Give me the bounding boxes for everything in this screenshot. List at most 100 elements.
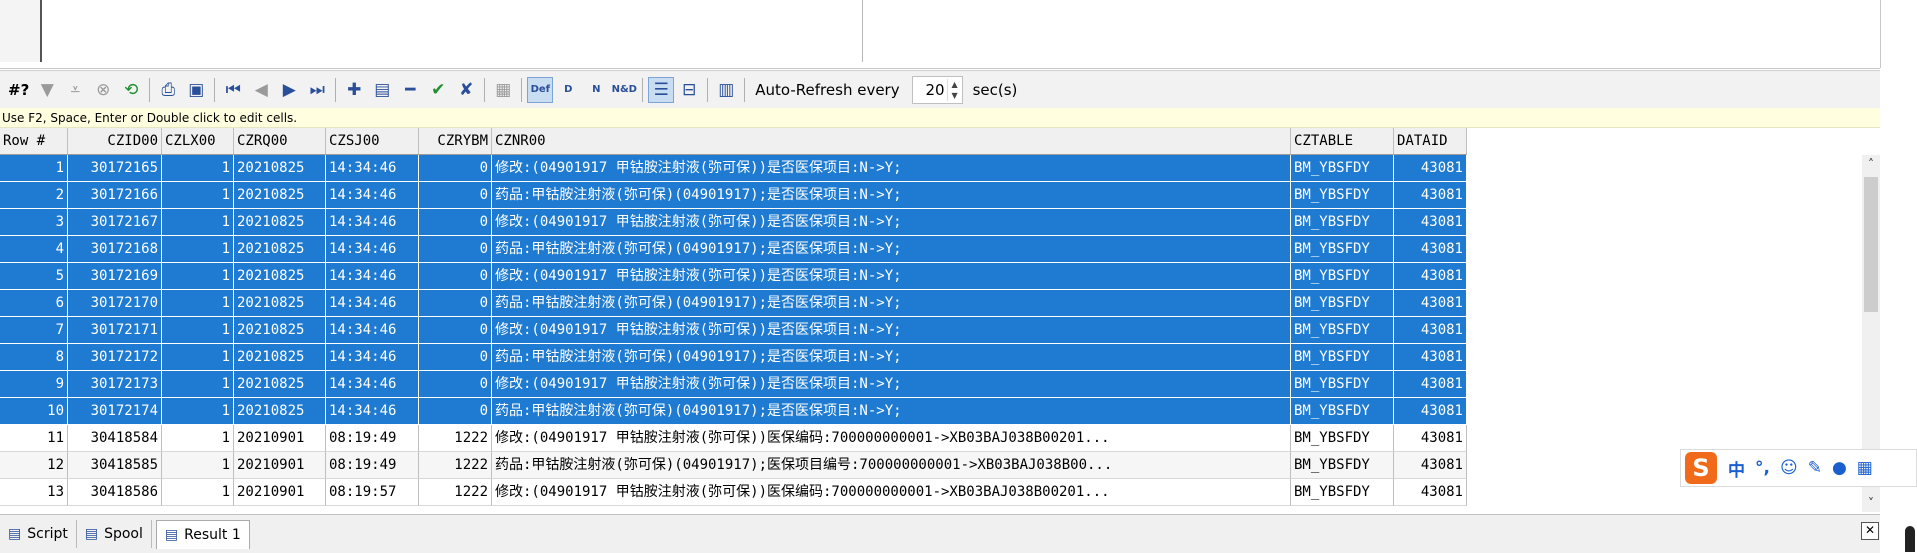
table-row[interactable]: 12 30418585 1 20210901 08:19:49 1222 药品:甲钴胺注射液… [0, 452, 1467, 479]
table-cell[interactable]: 5 [0, 263, 68, 290]
table-cell[interactable]: 14:34:46 [326, 155, 419, 182]
table-cell[interactable]: BM_YBSFDY [1291, 236, 1394, 263]
table-cell[interactable]: 0 [419, 371, 492, 398]
table-cell[interactable]: 14:34:46 [326, 209, 419, 236]
table-cell[interactable]: 43081 [1394, 182, 1467, 209]
table-cell[interactable]: 30172172 [68, 344, 162, 371]
table-row[interactable]: 3 30172167 1 20210825 14:34:46 0 修改:(04901917 … [0, 209, 1467, 236]
table-cell[interactable]: 08:19:49 [326, 452, 419, 479]
tab-spool[interactable]: ▤ Spool [77, 520, 152, 548]
table-cell[interactable]: 30418584 [68, 425, 162, 452]
table-cell[interactable]: 20210825 [234, 371, 326, 398]
nd-mode-button[interactable]: N&D [611, 77, 637, 103]
column-header[interactable]: CZLX00 [162, 128, 234, 155]
table-cell[interactable]: 30172169 [68, 263, 162, 290]
refresh-interval-spinner[interactable]: ▲▼ [911, 75, 963, 104]
table-cell[interactable]: BM_YBSFDY [1291, 155, 1394, 182]
record-view-icon[interactable]: ⊟ [676, 77, 702, 103]
chinese-mode-icon[interactable]: 中 [1728, 456, 1745, 481]
table-cell[interactable]: 30172171 [68, 317, 162, 344]
table-cell[interactable]: 43081 [1394, 425, 1467, 452]
table-cell[interactable]: 药品:甲钴胺注射液(弥可保)(04901917);医保项目编号:70000000… [492, 452, 1291, 479]
previous-record-icon[interactable]: ◀ [248, 77, 274, 103]
punctuation-icon[interactable]: °, [1755, 458, 1770, 478]
sql-editor[interactable] [0, 0, 1881, 69]
table-cell[interactable]: 14:34:46 [326, 290, 419, 317]
table-row[interactable]: 7 30172171 1 20210825 14:34:46 0 修改:(04901917 … [0, 317, 1467, 344]
table-cell[interactable]: 0 [419, 209, 492, 236]
columns-icon[interactable]: ▥ [713, 77, 739, 103]
table-cell[interactable]: 14:34:46 [326, 182, 419, 209]
table-cell[interactable]: 修改:(04901917 甲钴胺注射液(弥可保))是否医保项目:N->Y; [492, 317, 1291, 344]
close-tab-icon[interactable]: ✕ [1861, 522, 1879, 540]
table-cell[interactable]: 1 [162, 290, 234, 317]
table-row[interactable]: 4 30172168 1 20210825 14:34:46 0 药品:甲钴胺注射液(弥可保… [0, 236, 1467, 263]
post-changes-icon[interactable]: ✔ [425, 77, 451, 103]
table-cell[interactable]: 13 [0, 479, 68, 506]
table-cell[interactable]: 10 [0, 398, 68, 425]
table-cell[interactable]: 7 [0, 317, 68, 344]
table-cell[interactable]: BM_YBSFDY [1291, 344, 1394, 371]
table-cell[interactable]: 0 [419, 317, 492, 344]
table-cell[interactable]: 1 [162, 425, 234, 452]
table-cell[interactable]: 修改:(04901917 甲钴胺注射液(弥可保))是否医保项目:N->Y; [492, 209, 1291, 236]
n-mode-button[interactable]: N [583, 77, 609, 103]
table-cell[interactable]: 30172170 [68, 290, 162, 317]
table-cell[interactable]: 1 [162, 182, 234, 209]
resize-handle[interactable] [1905, 526, 1915, 552]
emoji-icon[interactable]: ☺ [1780, 458, 1798, 478]
table-cell[interactable]: 1 [162, 344, 234, 371]
table-cell[interactable]: 43081 [1394, 236, 1467, 263]
table-cell[interactable]: 08:19:57 [326, 479, 419, 506]
column-header[interactable]: CZNR00 [492, 128, 1291, 155]
clear-filter-icon[interactable]: ⩡ [62, 77, 88, 103]
table-cell[interactable]: 43081 [1394, 452, 1467, 479]
last-record-icon[interactable]: ⏭ [304, 77, 330, 103]
table-cell[interactable]: 43081 [1394, 317, 1467, 344]
table-cell[interactable]: 0 [419, 263, 492, 290]
column-header[interactable]: CZRQ00 [234, 128, 326, 155]
table-row[interactable]: 10 30172174 1 20210825 14:34:46 0 药品:甲钴胺注射液(弥可… [0, 398, 1467, 425]
filter-icon[interactable]: ▼ [34, 77, 60, 103]
scroll-thumb[interactable] [1864, 177, 1878, 312]
table-cell[interactable]: 14:34:46 [326, 236, 419, 263]
table-cell[interactable]: 2 [0, 182, 68, 209]
cancel-icon[interactable]: ⊗ [90, 77, 116, 103]
table-cell[interactable]: BM_YBSFDY [1291, 290, 1394, 317]
table-cell[interactable]: 20210825 [234, 290, 326, 317]
table-row[interactable]: 13 30418586 1 20210901 08:19:57 1222 修改:(04901… [0, 479, 1467, 506]
insert-record-icon[interactable]: ✚ [341, 77, 367, 103]
table-cell[interactable]: 修改:(04901917 甲钴胺注射液(弥可保))是否医保项目:N->Y; [492, 263, 1291, 290]
editor-splitter[interactable] [862, 0, 863, 62]
table-cell[interactable]: BM_YBSFDY [1291, 425, 1394, 452]
table-cell[interactable]: 20210825 [234, 263, 326, 290]
table-cell[interactable]: 4 [0, 236, 68, 263]
table-cell[interactable]: 药品:甲钴胺注射液(弥可保)(04901917);是否医保项目:N->Y; [492, 344, 1291, 371]
table-cell[interactable]: 20210901 [234, 425, 326, 452]
sogou-logo-icon[interactable]: S [1685, 452, 1717, 484]
tab-script[interactable]: ▤ Script [0, 520, 77, 548]
table-cell[interactable]: 1 [162, 236, 234, 263]
table-row[interactable]: 11 30418584 1 20210901 08:19:49 1222 修改:(04901… [0, 425, 1467, 452]
table-cell[interactable]: BM_YBSFDY [1291, 371, 1394, 398]
table-cell[interactable]: 6 [0, 290, 68, 317]
print-icon[interactable]: ⎙ [155, 77, 181, 103]
refresh-interval-input[interactable] [912, 80, 947, 99]
handwriting-icon[interactable]: ✎ [1808, 458, 1822, 478]
table-cell[interactable]: BM_YBSFDY [1291, 263, 1394, 290]
table-cell[interactable]: 药品:甲钴胺注射液(弥可保)(04901917);是否医保项目:N->Y; [492, 236, 1291, 263]
spinner-up-icon[interactable]: ▲ [952, 79, 958, 90]
table-cell[interactable]: 1 [162, 317, 234, 344]
table-cell[interactable]: 9 [0, 371, 68, 398]
table-cell[interactable]: 43081 [1394, 155, 1467, 182]
table-cell[interactable]: 1 [162, 209, 234, 236]
tab-result-1[interactable]: ▤ Result 1 [155, 519, 250, 549]
table-row[interactable]: 2 30172166 1 20210825 14:34:46 0 药品:甲钴胺注射液(弥可保… [0, 182, 1467, 209]
table-cell[interactable]: 修改:(04901917 甲钴胺注射液(弥可保))是否医保项目:N->Y; [492, 155, 1291, 182]
table-cell[interactable]: 20210901 [234, 479, 326, 506]
toolbox-icon[interactable]: ▦ [1857, 458, 1873, 478]
table-cell[interactable]: BM_YBSFDY [1291, 479, 1394, 506]
spinner-down-icon[interactable]: ▼ [952, 90, 958, 101]
table-cell[interactable]: 20210825 [234, 317, 326, 344]
table-cell[interactable]: 0 [419, 290, 492, 317]
